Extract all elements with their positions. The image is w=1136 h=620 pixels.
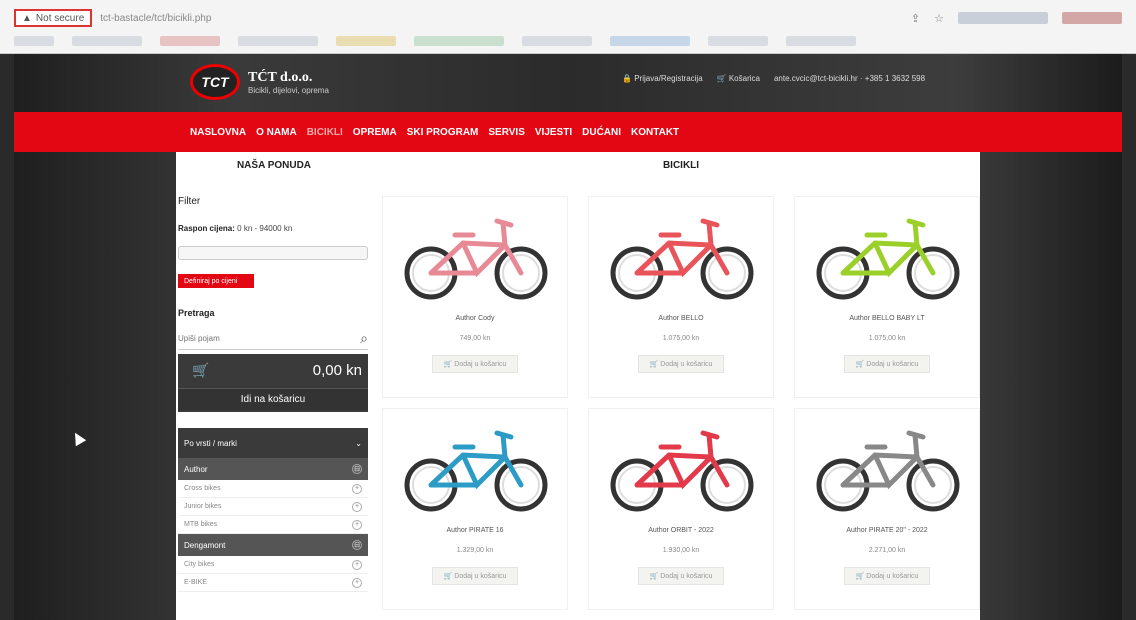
expand-icon: +: [352, 501, 362, 512]
category-item[interactable]: MTB bikes +: [178, 516, 368, 534]
nav-news[interactable]: VIJESTI: [535, 127, 572, 138]
product-price: 1.930,00 kn: [662, 547, 700, 554]
add-to-cart-button[interactable]: 🛒 Dodaj u košaricu: [638, 355, 724, 373]
cart-total: 0,00 kn: [312, 362, 362, 379]
category-group[interactable]: Dengamont ⊟: [178, 534, 368, 556]
price-slider[interactable]: [178, 246, 368, 260]
bicycle-image[interactable]: [599, 205, 765, 305]
product-card[interactable]: Author ORBIT - 2022 1.930,00 kn 🛒 Dodaj u …: [588, 408, 774, 610]
logo-subtitle: Bicikli, dijelovi, oprema: [248, 85, 329, 95]
content-area: NAŠA PONUDA Filter Raspon cijena: 0 kn -…: [176, 152, 980, 620]
sidebar-title: NAŠA PONUDA: [236, 160, 312, 171]
product-card[interactable]: Author BELLO BABY LT 1.075,00 kn 🛒 Dodaj u…: [794, 196, 980, 398]
cart-icon: 🛒: [192, 362, 210, 378]
product-section: BICIKLI Author Cody 749,00 kn 🛒 Dodaj u ko…: [382, 152, 980, 620]
nav-about[interactable]: O NAMA: [256, 127, 297, 138]
product-name[interactable]: Author PIRATE 20" - 2022: [795, 527, 979, 534]
address-bar[interactable]: ▲ Not secure tct-bastacle/tct/bicikli.ph…: [14, 8, 1122, 28]
search-input[interactable]: [178, 334, 338, 343]
collapse-icon: ⊟: [352, 540, 362, 550]
expand-icon: +: [352, 559, 362, 570]
category-item[interactable]: Junior bikes +: [178, 498, 368, 516]
product-card[interactable]: Author Cody 749,00 kn 🛒 Dodaj u košaricu: [382, 196, 568, 398]
section-title: BICIKLI: [662, 160, 700, 171]
product-name[interactable]: Author ORBIT - 2022: [589, 527, 773, 534]
category-group[interactable]: Author ⊟: [178, 458, 368, 480]
price-range: Raspon cijena: 0 kn - 94000 kn: [178, 224, 293, 233]
product-card[interactable]: Author PIRATE 20" - 2022 2.271,00 kn 🛒 Dod…: [794, 408, 980, 610]
filter-label: Filter: [178, 196, 201, 207]
bicycle-image[interactable]: [805, 205, 971, 305]
product-grid: Author Cody 749,00 kn 🛒 Dodaj u košaricu Au…: [382, 196, 980, 610]
share-icon[interactable]: ⇪: [911, 12, 920, 25]
warning-icon: ▲: [22, 12, 32, 24]
chevron-down-icon: ⌄: [355, 438, 362, 448]
product-card[interactable]: Author BELLO 1.075,00 kn 🛒 Dodaj u košaric…: [588, 196, 774, 398]
cart-link[interactable]: 🛒 Košarica: [717, 74, 760, 83]
go-to-cart-button[interactable]: Idi na košaricu: [178, 388, 368, 410]
product-name[interactable]: Author BELLO BABY LT: [795, 315, 979, 322]
site-logo[interactable]: TCT TĆT d.o.o. Bicikli, dijelovi, oprema: [190, 64, 329, 100]
category-panel: Po vrsti / marki ⌄ Author ⊟ Cross bikes + J…: [178, 428, 368, 592]
category-item[interactable]: Cross bikes +: [178, 480, 368, 498]
nav-equipment[interactable]: OPREMA: [353, 127, 397, 138]
product-name[interactable]: Author BELLO: [589, 315, 773, 322]
product-price: 1.329,00 kn: [456, 547, 494, 554]
add-to-cart-button[interactable]: 🛒 Dodaj u košaricu: [432, 355, 518, 373]
bicycle-image[interactable]: [805, 417, 971, 517]
product-price: 749,00 kn: [459, 335, 491, 342]
product-name[interactable]: Author Cody: [383, 315, 567, 322]
browser-toolbar: ▲ Not secure tct-bastacle/tct/bicikli.ph…: [0, 0, 1136, 54]
security-indicator[interactable]: ▲ Not secure: [14, 9, 93, 27]
collapse-icon: ⊟: [352, 464, 362, 474]
extensions-blurred: [958, 12, 1048, 24]
search-label: Pretraga: [178, 308, 215, 318]
product-card[interactable]: Author PIRATE 16 1.329,00 kn 🛒 Dodaj u koš…: [382, 408, 568, 610]
category-item[interactable]: E-BIKE +: [178, 574, 368, 592]
add-to-cart-button[interactable]: 🛒 Dodaj u košaricu: [432, 567, 518, 585]
expand-icon: +: [352, 483, 362, 494]
nav-service[interactable]: SERVIS: [488, 127, 525, 138]
bookmarks-bar: [14, 34, 1122, 48]
nav-contact[interactable]: KONTAKT: [631, 127, 679, 138]
nav-ski[interactable]: SKI PROGRAM: [407, 127, 479, 138]
url-text[interactable]: tct-bastacle/tct/bicikli.php: [100, 13, 211, 24]
logo-mark: TCT: [190, 64, 240, 100]
product-price: 1.075,00 kn: [868, 335, 906, 342]
star-icon[interactable]: ☆: [934, 12, 944, 25]
expand-icon: +: [352, 519, 362, 530]
not-secure-label: Not secure: [35, 12, 85, 24]
cart-widget: 🛒 0,00 kn Idi na košaricu: [178, 354, 368, 412]
add-to-cart-button[interactable]: 🛒 Dodaj u košaricu: [844, 567, 930, 585]
bicycle-image[interactable]: [393, 205, 559, 305]
contact-info: ante.cvcic@tct-bicikli.hr · +385 1 3632 …: [773, 74, 926, 83]
bicycle-image[interactable]: [599, 417, 765, 517]
product-price: 2.271,00 kn: [868, 547, 906, 554]
main-nav: NASLOVNA O NAMA BICIKLI OPREMA SKI PROGR…: [14, 112, 1122, 152]
expand-icon: +: [352, 577, 362, 588]
category-item[interactable]: City bikes +: [178, 556, 368, 574]
add-to-cart-button[interactable]: 🛒 Dodaj u košaricu: [844, 355, 930, 373]
category-dropdown[interactable]: Po vrsti / marki ⌄: [178, 428, 368, 458]
profile-blurred: [1062, 12, 1122, 24]
nav-bikes[interactable]: BICIKLI: [307, 127, 343, 138]
filter-price-button[interactable]: Definiraj po cijeni: [178, 274, 254, 288]
search-icon[interactable]: ⌕: [360, 330, 368, 347]
product-name[interactable]: Author PIRATE 16: [383, 527, 567, 534]
add-to-cart-button[interactable]: 🛒 Dodaj u košaricu: [638, 567, 724, 585]
site-header: TCT TĆT d.o.o. Bicikli, dijelovi, oprema…: [14, 54, 1122, 112]
login-link[interactable]: 🔒 Prijava/Registracija: [622, 74, 703, 83]
nav-stores[interactable]: DUĆANI: [582, 127, 621, 138]
product-price: 1.075,00 kn: [662, 335, 700, 342]
sidebar: NAŠA PONUDA Filter Raspon cijena: 0 kn -…: [176, 152, 372, 620]
bicycle-image[interactable]: [393, 417, 559, 517]
search-box: ⌕: [178, 328, 368, 350]
logo-title: TĆT d.o.o.: [248, 69, 313, 85]
nav-home[interactable]: NASLOVNA: [190, 127, 246, 138]
